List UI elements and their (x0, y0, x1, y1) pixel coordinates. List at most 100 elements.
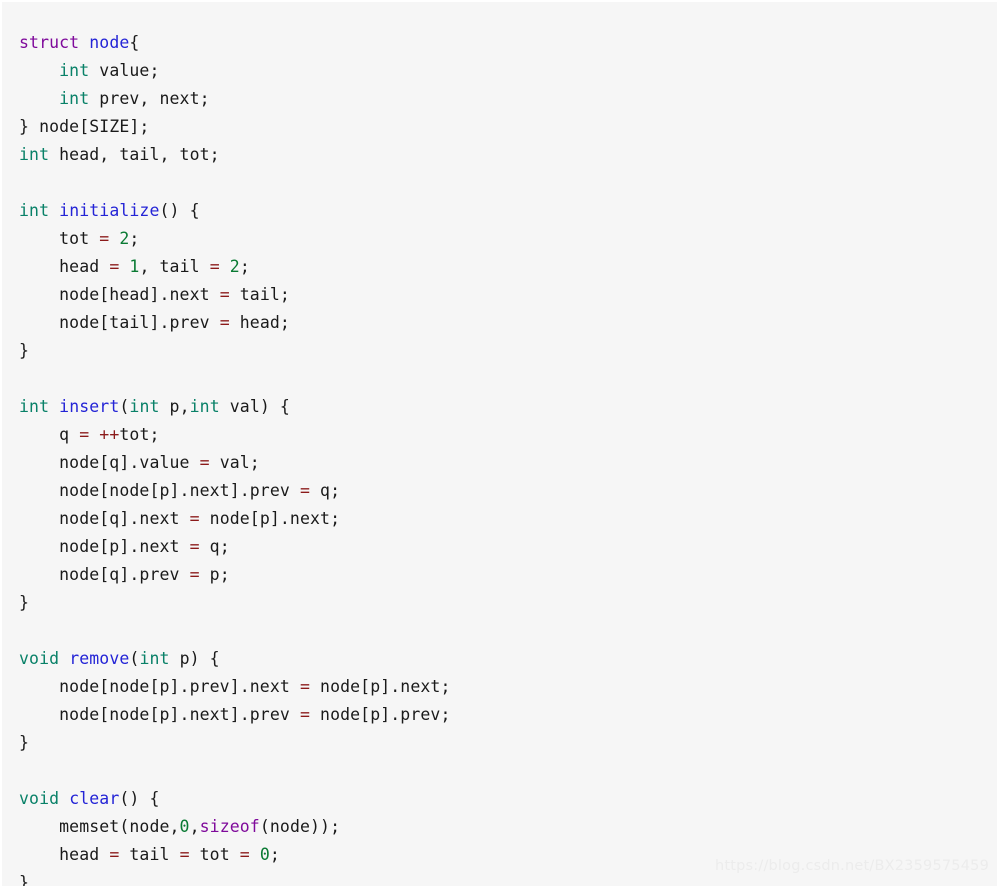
code-token: node[p].prev; (310, 704, 451, 724)
code-token: insert (59, 396, 120, 416)
code-token: node (89, 32, 130, 52)
code-token: ( (129, 648, 140, 668)
code-token: int (19, 144, 50, 164)
code-token: { (129, 32, 140, 52)
code-token: = (99, 228, 110, 248)
code-token: 0 (259, 844, 270, 864)
code-snippet-card: struct node{ int value; int prev, next;}… (2, 2, 997, 886)
code-line: node[head].next = tail; (19, 281, 997, 309)
watermark-text: https://blog.csdn.net/BX2359575459 (714, 858, 989, 874)
code-token: int (189, 396, 220, 416)
code-token: ( (119, 396, 130, 416)
code-line: void clear() { (19, 785, 997, 813)
code-token: , (189, 816, 200, 836)
code-token: = (189, 536, 200, 556)
code-token: node[p].next (19, 536, 190, 556)
code-line: struct node{ (19, 29, 997, 57)
code-line: int value; (19, 57, 997, 85)
code-token: tot (189, 844, 240, 864)
code-token: prev, next; (89, 88, 210, 108)
code-token: int (19, 396, 50, 416)
code-token: , tail (139, 256, 210, 276)
code-token: int (139, 648, 170, 668)
code-token: 2 (119, 228, 130, 248)
code-token: int (59, 88, 90, 108)
code-token: value; (89, 60, 160, 80)
source-code-block[interactable]: struct node{ int value; int prev, next;}… (19, 29, 997, 887)
code-token: } node[SIZE]; (19, 116, 150, 136)
code-token: tail (119, 844, 180, 864)
code-line: int initialize() { (19, 197, 997, 225)
code-token: node[p].next; (310, 676, 451, 696)
code-token: int (59, 60, 90, 80)
code-token: q (19, 424, 80, 444)
code-line: node[node[p].prev].next = node[p].next; (19, 673, 997, 701)
code-token: = (219, 312, 230, 332)
code-token: remove (69, 648, 130, 668)
code-line: } (19, 589, 997, 617)
code-token: = (109, 844, 120, 864)
code-line: node[q].next = node[p].next; (19, 505, 997, 533)
code-line: memset(node,0,sizeof(node)); (19, 813, 997, 841)
code-token: = (299, 480, 310, 500)
code-line: int head, tail, tot; (19, 141, 997, 169)
code-token: tot (19, 228, 100, 248)
code-token: 2 (229, 256, 240, 276)
code-line: int insert(int p,int val) { (19, 393, 997, 421)
code-token: = (79, 424, 90, 444)
code-token: = (199, 452, 210, 472)
code-token: tail; (229, 284, 290, 304)
code-token: = (109, 256, 120, 276)
code-token: sizeof (199, 816, 260, 836)
code-token: () { (119, 788, 160, 808)
code-line: head = 1, tail = 2; (19, 253, 997, 281)
code-token: struct (19, 32, 80, 52)
code-token: memset(node, (19, 816, 180, 836)
code-token: node[head].next (19, 284, 220, 304)
code-token: q; (199, 536, 230, 556)
code-token: node[tail].prev (19, 312, 220, 332)
code-line: node[tail].prev = head; (19, 309, 997, 337)
code-token: = (189, 508, 200, 528)
code-token: node[node[p].next].prev (19, 704, 300, 724)
code-token: p; (199, 564, 230, 584)
code-token: tot; (119, 424, 160, 444)
code-token: node[q].value (19, 452, 200, 472)
code-token: initialize (59, 200, 160, 220)
code-token: head (19, 844, 110, 864)
code-token: p, (159, 396, 190, 416)
code-token: int (129, 396, 160, 416)
code-line: node[q].prev = p; (19, 561, 997, 589)
code-token: ++ (99, 424, 120, 444)
code-token: p) { (169, 648, 220, 668)
code-token: = (209, 256, 220, 276)
code-token: node[p].next; (199, 508, 341, 528)
code-token: node[q].next (19, 508, 190, 528)
code-token: } (19, 872, 30, 887)
code-token: 1 (129, 256, 140, 276)
code-token: ; (269, 844, 280, 864)
code-token: ; (239, 256, 250, 276)
code-token: head; (229, 312, 290, 332)
code-token: () { (159, 200, 200, 220)
code-token: node[q].prev (19, 564, 190, 584)
code-token: } (19, 592, 30, 612)
code-token: clear (69, 788, 120, 808)
code-token: head (19, 256, 110, 276)
code-token: void (19, 648, 60, 668)
code-token: = (219, 284, 230, 304)
code-token: int (19, 200, 50, 220)
code-token: node[node[p].next].prev (19, 480, 300, 500)
code-line: tot = 2; (19, 225, 997, 253)
code-line: } (19, 337, 997, 365)
